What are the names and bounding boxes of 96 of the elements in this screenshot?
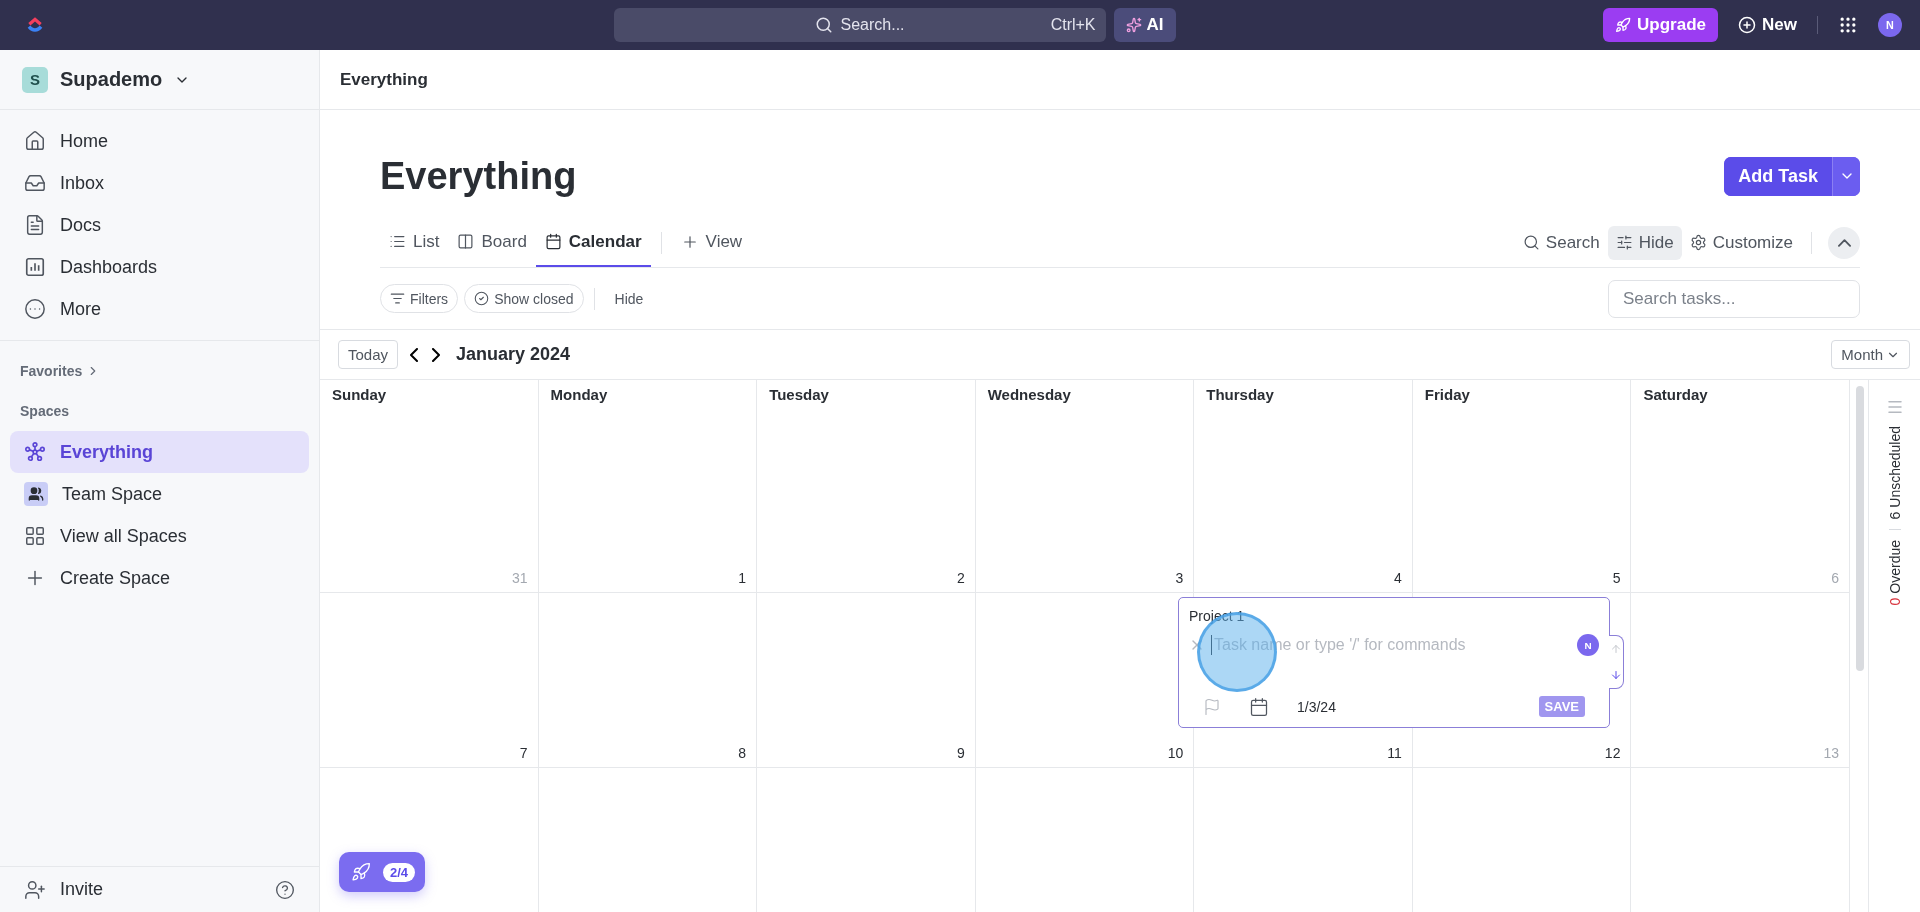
help-icon[interactable] — [275, 879, 295, 900]
upgrade-button[interactable]: Upgrade — [1603, 8, 1719, 42]
nav-item[interactable]: Home — [10, 120, 309, 162]
weekday-label: Sunday — [332, 386, 388, 403]
sparkles-icon — [1125, 17, 1142, 33]
space-item[interactable]: Everything — [10, 431, 309, 473]
assignee-avatar[interactable]: N — [1577, 634, 1599, 656]
filter-icon — [390, 291, 405, 306]
scrollbar[interactable] — [1856, 386, 1864, 671]
page-title: Everything — [380, 154, 577, 198]
nav-item[interactable]: More — [10, 288, 309, 330]
weekday-label: Saturday — [1643, 386, 1709, 403]
day-number: 8 — [738, 745, 747, 761]
calendar-icon[interactable] — [1249, 696, 1269, 717]
grid-icon — [24, 525, 46, 547]
toolbar-button[interactable]: Search — [1514, 225, 1608, 260]
add-task-menu-button[interactable] — [1832, 156, 1860, 196]
month-label: January 2024 — [456, 344, 571, 365]
space-item[interactable]: View all Spaces — [10, 515, 309, 557]
apps-icon[interactable] — [1838, 15, 1858, 35]
collapse-button[interactable] — [1828, 226, 1860, 259]
weekday-label: Monday — [550, 386, 609, 403]
workspace-avatar[interactable]: S — [22, 66, 48, 93]
view-select[interactable]: Month — [1831, 340, 1910, 369]
due-date[interactable]: 1/3/24 — [1297, 698, 1336, 715]
invite-icon[interactable] — [24, 878, 46, 901]
search-field[interactable]: Search... Ctrl+K — [613, 8, 1106, 42]
space-item[interactable]: Team Space — [10, 473, 309, 515]
toolbar-button[interactable]: Hide — [1607, 225, 1682, 260]
chevron-left-icon — [410, 347, 419, 362]
ai-button[interactable]: AI — [1113, 8, 1176, 42]
rocket-icon — [351, 862, 371, 882]
next-button[interactable] — [430, 345, 443, 364]
network-icon — [24, 441, 46, 463]
chart-icon — [24, 256, 46, 278]
view-tab[interactable]: Board — [448, 218, 536, 267]
chevron-up-icon — [1837, 238, 1851, 247]
hide-button[interactable]: Hide — [604, 290, 654, 307]
shortcut-hint: Ctrl+K — [1050, 16, 1096, 34]
settings-icon — [1689, 234, 1707, 251]
weekday-label: Thursday — [1206, 386, 1275, 403]
board-icon — [457, 233, 475, 250]
unscheduled-tab[interactable]: 6 Unscheduled — [1886, 426, 1903, 520]
day-number: 5 — [1612, 570, 1621, 586]
day-number: 1 — [738, 570, 747, 586]
more-icon — [24, 298, 46, 320]
day-number: 11 — [1387, 745, 1402, 761]
list-icon — [389, 233, 406, 250]
breadcrumb[interactable]: Everything — [340, 69, 428, 90]
check-circle-icon — [474, 291, 490, 306]
inbox-icon — [24, 172, 46, 194]
arrow-down-icon[interactable] — [1610, 669, 1622, 681]
plus-circle-icon — [1738, 16, 1757, 34]
chevron-right-icon — [432, 347, 441, 362]
previous-button[interactable] — [408, 345, 421, 364]
document-icon — [24, 214, 46, 236]
day-number: 4 — [1394, 570, 1402, 586]
sliders-icon — [1615, 234, 1633, 251]
weekday-label: Tuesday — [769, 386, 830, 403]
weekday-label: Wednesday — [987, 386, 1072, 403]
toolbar-button[interactable]: Customize — [1681, 225, 1801, 260]
team-icon — [24, 482, 48, 506]
weekday-label: Friday — [1424, 386, 1471, 403]
filter-chip[interactable]: Filters — [380, 284, 459, 313]
day-number: 31 — [512, 570, 528, 586]
day-number: 6 — [1831, 570, 1839, 586]
new-button[interactable]: New — [1738, 15, 1797, 35]
day-number: 7 — [519, 745, 528, 761]
day-number: 9 — [956, 745, 965, 761]
nav-item[interactable]: Dashboards — [10, 246, 309, 288]
day-number: 10 — [1167, 745, 1184, 761]
filter-chip[interactable]: Show closed — [464, 284, 584, 313]
view-tab[interactable]: Calendar — [535, 218, 651, 267]
search-tasks-field[interactable]: Search tasks... — [1608, 279, 1860, 318]
today-button[interactable]: Today — [338, 340, 399, 369]
search-icon — [1522, 234, 1540, 251]
add-view-button[interactable]: View — [671, 218, 752, 267]
day-number: 3 — [1175, 570, 1184, 586]
invite-link[interactable]: Invite — [60, 879, 104, 900]
day-number: 13 — [1823, 745, 1839, 761]
favorites-heading[interactable]: Favorites — [20, 363, 83, 379]
view-tab[interactable]: List — [380, 218, 449, 267]
day-number: 2 — [956, 570, 965, 586]
nav-item[interactable]: Inbox — [10, 162, 309, 204]
spaces-heading: Spaces — [20, 403, 70, 419]
home-icon — [24, 130, 46, 152]
nav-item[interactable]: Docs — [10, 204, 309, 246]
rocket-icon — [1615, 17, 1632, 33]
progress-badge[interactable]: 2/4 — [339, 852, 426, 892]
search-icon — [814, 16, 833, 34]
calendar-icon — [544, 233, 562, 250]
day-number: 12 — [1604, 745, 1621, 761]
user-avatar[interactable]: N — [1878, 13, 1902, 37]
overdue-tab[interactable]: 0 Overdue — [1886, 540, 1903, 606]
workspace-name[interactable]: Supademo — [60, 68, 163, 91]
space-item[interactable]: Create Space — [10, 557, 309, 599]
